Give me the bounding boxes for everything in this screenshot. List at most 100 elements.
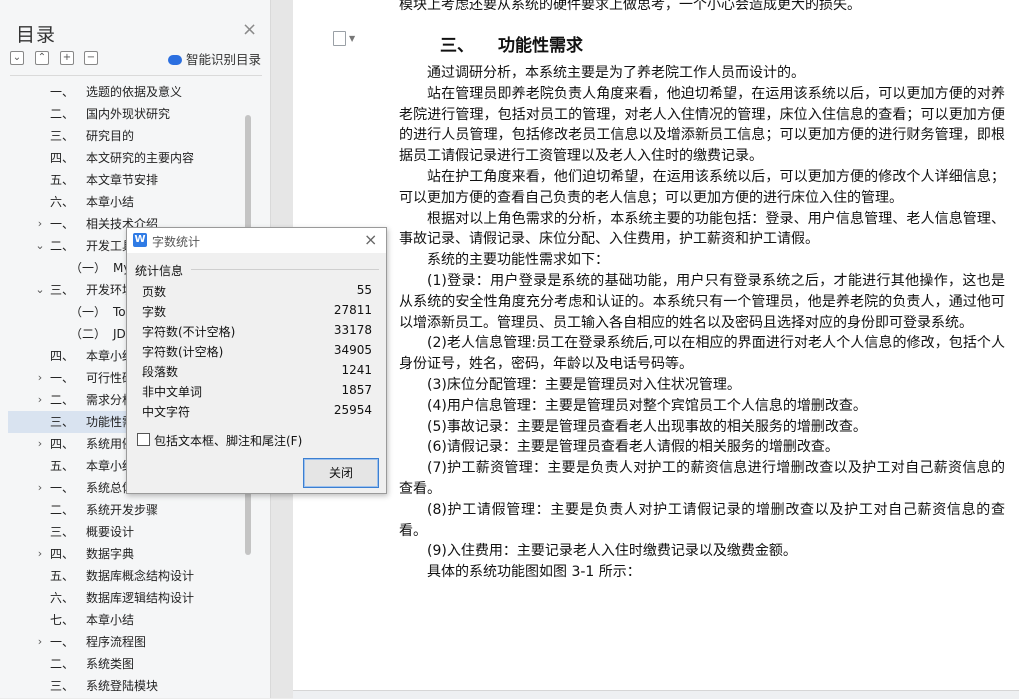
toc-item[interactable]: 二、 系统开发步骤	[8, 499, 252, 521]
stat-value: 33178	[333, 323, 372, 337]
toc-item-number: 二、	[50, 107, 75, 121]
stat-label: 字符数(计空格)	[142, 345, 224, 359]
chevron-right-icon[interactable]: ›	[34, 631, 46, 653]
body-paragraph: (1)登录：用户登录是系统的基础功能，用户只有登录系统之后，才能进行其他操作，这…	[399, 272, 1005, 331]
toc-item-number: 三、	[50, 679, 75, 693]
body-paragraph: (8)护工请假管理：主要是负责人对护工请假记录的增删改查以及护工对自己薪资信息的…	[399, 501, 1005, 539]
stat-row: 字符数(不计空格) 33178	[142, 323, 372, 343]
toc-item-label: 程序流程图	[86, 635, 147, 649]
body-paragraph: 站在管理员即养老院负责人角度来看，他迫切希望，在运用该系统以后，可以更加方便的对…	[399, 85, 1005, 165]
toc-item-number: 六、	[50, 591, 75, 605]
close-button[interactable]: 关闭	[303, 458, 379, 488]
toc-item-label: 本章小结	[86, 195, 135, 209]
stat-value: 34905	[333, 343, 372, 357]
include-footnotes-label[interactable]: 包括文本框、脚注和尾注(F)	[154, 432, 302, 449]
chevron-down-icon[interactable]: ⌄	[34, 235, 46, 257]
dialog-titlebar[interactable]: W 字数统计 ×	[127, 228, 386, 253]
wps-logo-icon: W	[133, 233, 147, 247]
chevron-right-icon[interactable]: ›	[34, 477, 46, 499]
toc-item-label: 国内外现状研究	[86, 107, 171, 121]
toc-item[interactable]: 七、 本章小结	[8, 609, 252, 631]
toc-item-label: 概要设计	[86, 525, 135, 539]
stat-row: 非中文单词 1857	[142, 383, 372, 403]
smart-toc-label: 智能识别目录	[186, 52, 262, 67]
toc-item[interactable]: 六、 本章小结	[8, 191, 252, 213]
toc-item[interactable]: 三、 研究目的	[8, 125, 252, 147]
ai-icon	[168, 54, 182, 65]
toc-item[interactable]: 三、 概要设计	[8, 521, 252, 543]
toc-item[interactable]: 二、 国内外现状研究	[8, 103, 252, 125]
include-footnotes-checkbox[interactable]	[137, 433, 150, 446]
document-body: 通过调研分析，本系统主要是为了养老院工作人员而设计的。 站在管理员即养老院负责人角…	[399, 63, 1005, 583]
toc-item[interactable]: 五、 数据库概念结构设计	[8, 565, 252, 587]
toc-item[interactable]: 四、 本文研究的主要内容	[8, 147, 252, 169]
toc-item-number: 四、	[50, 437, 75, 451]
smart-toc-button[interactable]: 智能识别目录	[168, 49, 261, 68]
chevron-right-icon[interactable]: ›	[34, 367, 46, 389]
stat-row: 字符数(计空格) 34905	[142, 343, 372, 363]
document-page: ▼ 模块上考虑还要从系统的硬件要求上做思考，一个小心会造成更大的损失。 三、 功能…	[293, 0, 1019, 699]
body-paragraph: (9)入住费用：主要记录老人入住时缴费记录以及缴费金额。	[427, 543, 797, 560]
toc-item[interactable]: 五、 本文章节安排	[8, 169, 252, 191]
dialog-close-icon[interactable]: ×	[364, 230, 377, 250]
toc-item[interactable]: 二、 系统类图	[8, 653, 252, 675]
heading-number: 三、	[440, 36, 474, 56]
toc-item-number: 三、	[50, 283, 75, 297]
body-paragraph: (4)用户信息管理：主要是管理员对整个宾馆员工个人信息的增删改查。	[427, 397, 867, 414]
stat-label: 非中文单词	[142, 385, 203, 399]
toc-item-label: 研究目的	[86, 129, 135, 143]
add-level-icon[interactable]: +	[60, 51, 74, 65]
remove-level-icon[interactable]: −	[84, 51, 98, 65]
toc-item[interactable]: › 四、 数据字典	[8, 543, 252, 565]
word-count-dialog: W 字数统计 × 统计信息 页数 55 字数 27811 字符数(不计空格) 33178 字…	[126, 227, 387, 494]
chevron-right-icon[interactable]: ›	[34, 389, 46, 411]
stat-label: 页数	[142, 285, 167, 299]
chevron-down-icon[interactable]: ▼	[349, 34, 355, 43]
divider	[10, 75, 262, 76]
toc-item-number: （一）	[70, 261, 107, 275]
stat-row: 页数 55	[142, 283, 372, 303]
toc-item-number: 五、	[50, 569, 75, 583]
toc-item-label: 本文章节安排	[86, 173, 159, 187]
stats-group-label: 统计信息	[135, 264, 184, 278]
body-paragraph: (2)老人信息管理:员工在登录系统后,可以在相应的界面进行对老人个人信息的修改，…	[399, 335, 1005, 373]
stat-label: 中文字符	[142, 405, 191, 419]
stat-value: 1857	[341, 383, 372, 397]
stat-label: 字数	[142, 305, 167, 319]
close-icon[interactable]: ×	[242, 21, 257, 39]
section-heading: 三、 功能性需求	[440, 31, 583, 56]
toc-item[interactable]: 一、 选题的依据及意义	[8, 81, 252, 103]
toc-item-number: 二、	[50, 657, 75, 671]
toc-item-number: 二、	[50, 239, 75, 253]
toc-item-number: 二、	[50, 393, 75, 407]
page-icon[interactable]	[333, 31, 346, 46]
stat-row: 中文字符 25954	[142, 403, 372, 423]
toc-item[interactable]: › 一、 程序流程图	[8, 631, 252, 653]
toc-item-number: 五、	[50, 459, 75, 473]
chevron-right-icon[interactable]: ›	[34, 433, 46, 455]
toc-item-number: 三、	[50, 129, 75, 143]
chevron-down-icon[interactable]: ⌄	[34, 279, 46, 301]
body-paragraph: (5)事故记录：主要是管理员查看老人出现事故的相关服务的增删改查。	[427, 418, 867, 435]
stat-value: 27811	[333, 303, 372, 317]
chevron-right-icon[interactable]: ›	[34, 543, 46, 565]
toc-item-number: 二、	[50, 503, 75, 517]
toc-item[interactable]: 三、 系统登陆模块	[8, 675, 252, 697]
stat-row: 段落数 1241	[142, 363, 372, 383]
stat-label: 段落数	[142, 365, 179, 379]
body-paragraph: (6)请假记录：主要是管理员查看老人请假的相关服务的增删改查。	[427, 439, 839, 456]
toc-item-number: 三、	[50, 525, 75, 539]
toc-item-label: 选题的依据及意义	[86, 85, 183, 99]
toc-item-label: 数据库概念结构设计	[86, 569, 195, 583]
chevron-right-icon[interactable]: ›	[34, 213, 46, 235]
stat-value: 25954	[333, 403, 372, 417]
stat-value: 1241	[341, 363, 372, 377]
stat-row: 字数 27811	[142, 303, 372, 323]
toc-item-label: 本文研究的主要内容	[86, 151, 195, 165]
toc-item-number: 四、	[50, 349, 75, 363]
expand-up-icon[interactable]: ⌃	[35, 51, 49, 65]
toc-item[interactable]: 六、 数据库逻辑结构设计	[8, 587, 252, 609]
toc-item-label: 数据库逻辑结构设计	[86, 591, 195, 605]
collapse-all-icon[interactable]: ⌄	[10, 51, 24, 65]
toc-item-number: （一）	[70, 305, 107, 319]
